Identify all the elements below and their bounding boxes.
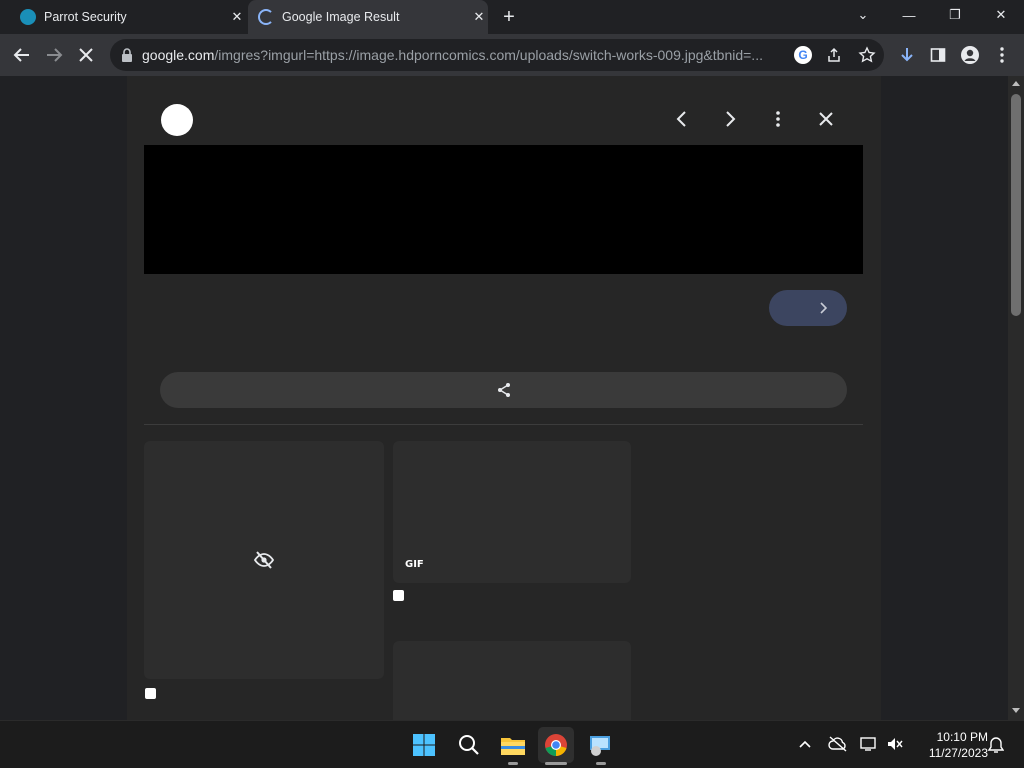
chrome-icon [545, 734, 567, 756]
related-image-thumbnail[interactable] [393, 641, 631, 720]
scroll-down-icon[interactable] [1012, 708, 1020, 714]
close-window-button[interactable]: ✕ [978, 0, 1024, 30]
kebab-icon [1000, 47, 1004, 63]
folder-icon [501, 738, 525, 755]
google-icon[interactable]: G [794, 46, 812, 64]
source-favicon-icon [393, 590, 404, 601]
remote-app-button[interactable] [586, 731, 614, 759]
network-icon[interactable] [860, 736, 878, 752]
profile-button[interactable] [957, 42, 983, 68]
tab-strip: Parrot Security ✕ Google Image Result ✕ … [0, 0, 1024, 34]
url-path: /imgres?imgurl=https://image.hdporncomic… [214, 47, 763, 63]
forward-button[interactable] [41, 42, 67, 68]
windows-logo-icon [413, 734, 435, 756]
tab-title: Google Image Result [282, 10, 400, 24]
extension-button[interactable] [894, 42, 920, 68]
tab-parrot-security[interactable]: Parrot Security ✕ [10, 0, 246, 34]
share-icon[interactable] [826, 47, 842, 63]
side-panel-button[interactable] [925, 42, 951, 68]
minimize-button[interactable]: — [886, 0, 932, 30]
gif-badge: GIF [405, 559, 424, 570]
source-favicon-icon [145, 688, 156, 699]
browser-toolbar: google.com/imgres?imgurl=https://image.h… [0, 34, 1024, 76]
chevron-right-icon [820, 302, 827, 314]
search-icon [459, 735, 479, 755]
clock-date: 11/27/2023 [928, 746, 988, 760]
new-tab-button[interactable]: + [498, 6, 520, 28]
tab-title: Parrot Security [44, 10, 127, 24]
loading-spinner-icon [258, 9, 274, 25]
tab-close-icon[interactable]: ✕ [228, 8, 246, 26]
close-icon [79, 48, 93, 62]
tab-search-button[interactable]: ⌄ [840, 0, 886, 30]
notification-bell-icon[interactable] [988, 736, 1004, 754]
restore-button[interactable]: ❐ [932, 0, 978, 30]
visit-button[interactable] [769, 290, 847, 326]
image-viewer-panel: GIF [127, 76, 881, 720]
share-icon [497, 383, 510, 397]
file-explorer-button[interactable] [499, 731, 527, 759]
clock-time: 10:10 PM [936, 730, 988, 744]
profile-icon [961, 46, 979, 64]
share-button[interactable] [160, 372, 847, 408]
chevron-right-icon[interactable] [723, 110, 737, 128]
chrome-menu-button[interactable] [989, 42, 1015, 68]
star-icon[interactable] [858, 46, 876, 64]
tab-google-image-result[interactable]: Google Image Result ✕ [248, 0, 488, 34]
lock-icon[interactable] [121, 48, 133, 62]
more-options-icon[interactable] [775, 110, 781, 128]
page-content: GIF [0, 76, 1008, 720]
related-image-thumbnail[interactable]: GIF [393, 441, 631, 583]
arrow-right-icon [47, 48, 63, 62]
scroll-up-icon[interactable] [1012, 80, 1020, 86]
related-image-thumbnail[interactable] [144, 441, 384, 679]
chevron-up-icon[interactable] [799, 740, 811, 748]
search-button[interactable] [455, 731, 483, 759]
active-indicator [545, 762, 567, 765]
stop-loading-button[interactable] [73, 42, 99, 68]
running-indicator [596, 762, 606, 765]
eye-off-icon [254, 551, 274, 569]
site-logo-icon[interactable] [161, 104, 193, 136]
main-image-preview[interactable] [144, 145, 863, 274]
divider [144, 424, 863, 425]
close-icon[interactable] [818, 111, 834, 127]
scroll-thumb[interactable] [1011, 94, 1021, 316]
parrot-favicon-icon [20, 9, 36, 25]
arrow-left-icon [13, 48, 29, 62]
running-indicator [508, 762, 518, 765]
start-button[interactable] [410, 731, 438, 759]
chevron-left-icon[interactable] [675, 110, 689, 128]
tab-close-icon[interactable]: ✕ [470, 8, 488, 26]
windows-taskbar: 10:10 PM 11/27/2023 [0, 720, 1024, 768]
volume-muted-icon[interactable] [886, 736, 904, 752]
back-button[interactable] [9, 42, 35, 68]
url-host: google.com [142, 47, 215, 63]
download-icon [901, 48, 913, 62]
url-text[interactable]: google.com/imgres?imgurl=https://image.h… [142, 47, 782, 63]
sidepanel-icon [930, 48, 946, 62]
taskbar-clock[interactable]: 10:10 PM 11/27/2023 [929, 729, 988, 761]
address-bar[interactable]: google.com/imgres?imgurl=https://image.h… [110, 39, 884, 71]
remote-desktop-icon [590, 736, 610, 756]
cloud-offline-icon[interactable] [828, 736, 848, 752]
chrome-button[interactable] [538, 727, 574, 763]
vertical-scrollbar[interactable] [1008, 76, 1024, 720]
